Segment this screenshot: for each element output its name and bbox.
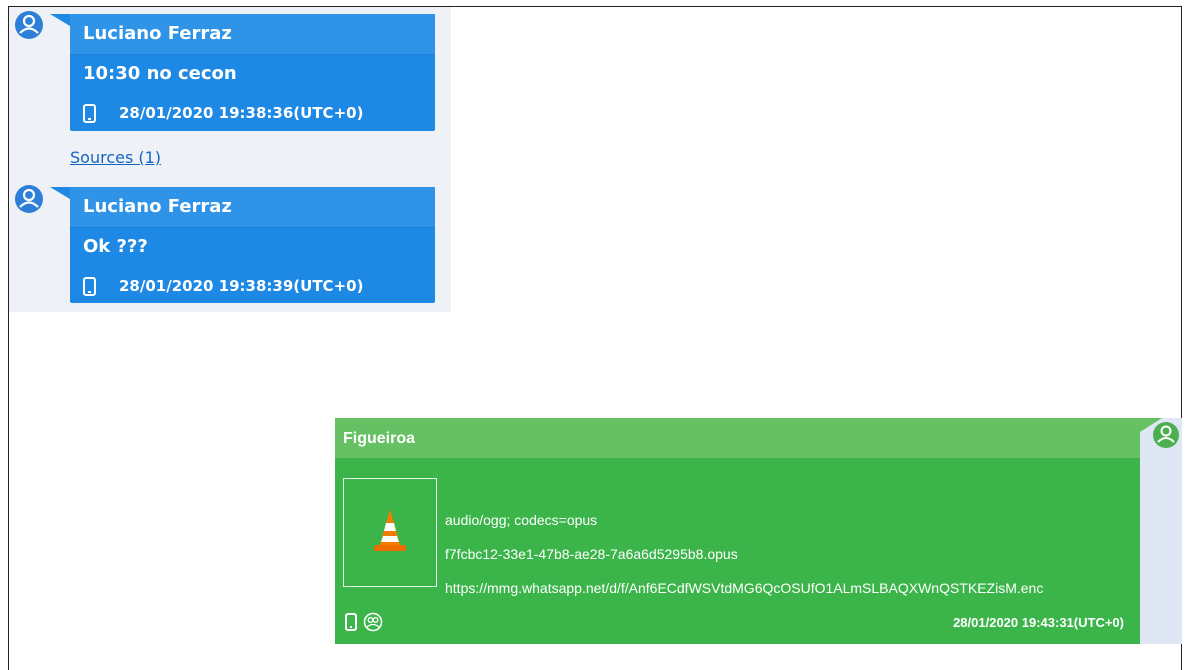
message-footer: 28/01/2020 19:38:39(UTC+0) (70, 266, 435, 306)
sender-name: Luciano Ferraz (70, 14, 435, 55)
message-timestamp: 28/01/2020 19:43:31(UTC+0) (953, 615, 1124, 630)
phone-icon (345, 613, 357, 631)
sender-avatar-icon[interactable] (12, 10, 46, 40)
attachment-thumbnail[interactable] (343, 478, 437, 587)
message-bubble[interactable]: Luciano Ferraz Ok ??? 28/01/2020 19:38:3… (50, 187, 435, 306)
sender-name: Luciano Ferraz (70, 187, 435, 228)
message-timestamp: 28/01/2020 19:38:36(UTC+0) (119, 104, 364, 122)
attachment-message-bubble[interactable]: Figueiroa audio/ogg; codecs=opus f7fcbc1… (335, 418, 1162, 644)
vlc-cone-icon (374, 509, 406, 551)
sender-avatar-icon[interactable] (12, 184, 46, 214)
message-bubble[interactable]: Luciano Ferraz 10:30 no cecon 28/01/2020… (50, 14, 435, 133)
sources-link[interactable]: Sources (1) (70, 148, 161, 167)
message-timestamp: 28/01/2020 19:38:39(UTC+0) (119, 277, 364, 295)
attachment-mime: audio/ogg; codecs=opus (445, 512, 598, 528)
message-text: 10:30 no cecon (83, 63, 237, 84)
message-footer-icons (345, 612, 383, 632)
attachment-filename[interactable]: f7fcbc12-33e1-47b8-ae28-7a6a6d5295b8.opu… (445, 546, 738, 562)
message-text: Ok ??? (83, 236, 148, 257)
contacts-icon (363, 612, 383, 632)
sender-name: Figueiroa (335, 418, 1140, 459)
user-avatar-icon[interactable] (1151, 420, 1181, 450)
attachment-url[interactable]: https://mmg.whatsapp.net/d/f/Anf6ECdfWSV… (445, 580, 1043, 596)
message-footer: 28/01/2020 19:38:36(UTC+0) (70, 93, 435, 133)
phone-icon (83, 276, 96, 296)
phone-icon (83, 103, 96, 123)
